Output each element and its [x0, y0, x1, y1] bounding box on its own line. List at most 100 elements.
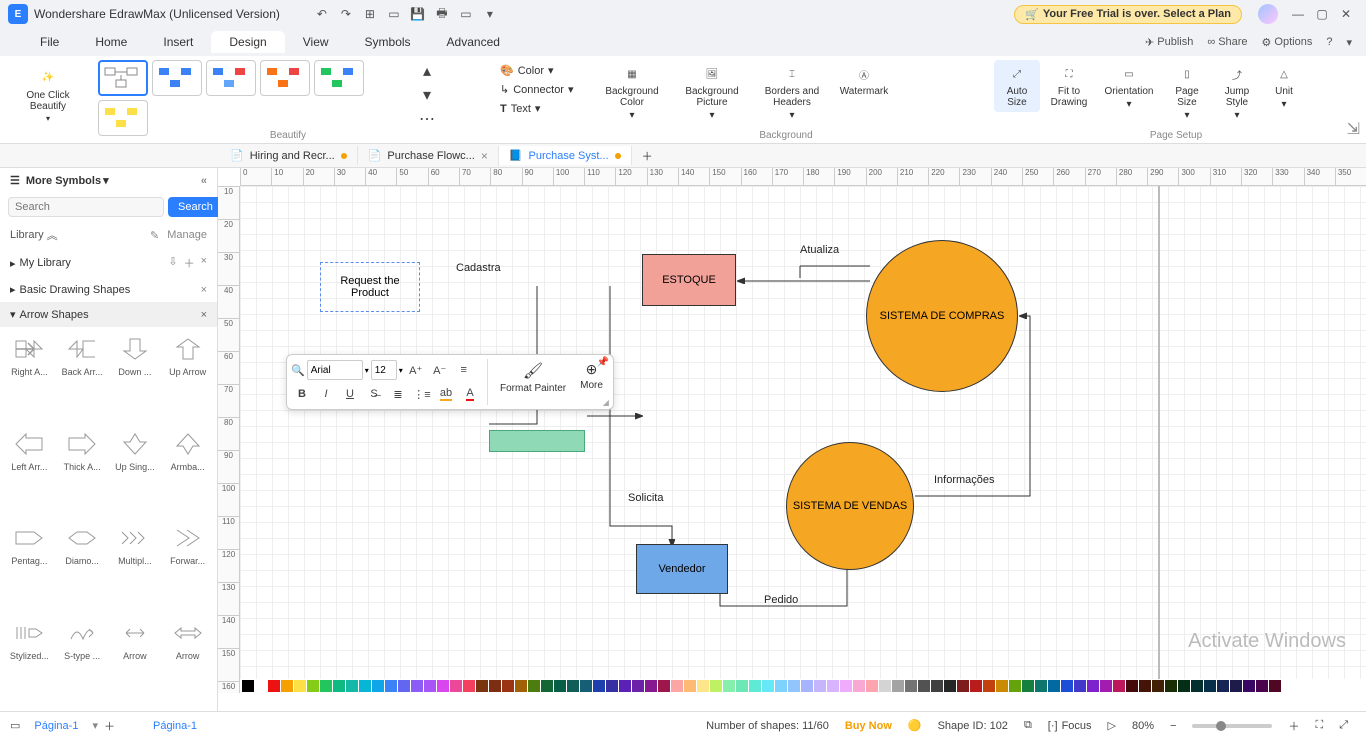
shape-item[interactable]: Armba... [162, 426, 213, 519]
gallery-down-button[interactable]: ▾ [416, 84, 438, 106]
presentation-button[interactable]: ▷ [1108, 719, 1116, 732]
library-label[interactable]: Library [10, 229, 44, 241]
color-swatch[interactable] [775, 680, 787, 692]
shape-item[interactable]: Diamo... [57, 520, 108, 613]
shape-item[interactable]: Up Arrow [162, 331, 213, 424]
color-swatch[interactable] [528, 680, 540, 692]
color-swatch[interactable] [437, 680, 449, 692]
minimize-button[interactable]: — [1286, 2, 1310, 26]
color-swatch[interactable] [866, 680, 878, 692]
remove-icon[interactable]: × [201, 284, 207, 296]
color-swatch[interactable] [489, 680, 501, 692]
highlight-button[interactable]: ab [435, 383, 457, 405]
strike-button[interactable]: S̶ [363, 383, 385, 405]
color-swatch[interactable] [814, 680, 826, 692]
color-swatch[interactable] [593, 680, 605, 692]
style-thumb-4[interactable] [260, 60, 310, 96]
color-swatch[interactable] [749, 680, 761, 692]
text-menu[interactable]: TText ▾ [496, 100, 576, 117]
color-swatch[interactable] [515, 680, 527, 692]
zoom-level[interactable]: 80% [1132, 720, 1154, 732]
color-swatch[interactable] [359, 680, 371, 692]
manage-link[interactable]: Manage [167, 229, 207, 242]
color-swatch[interactable] [1061, 680, 1073, 692]
color-swatch[interactable] [996, 680, 1008, 692]
style-thumb-1[interactable] [98, 60, 148, 96]
color-swatch[interactable] [320, 680, 332, 692]
orientation-button[interactable]: ▭Orientation▾ [1098, 60, 1160, 114]
arrow-shapes-header[interactable]: ▾Arrow Shapes × [0, 302, 217, 327]
italic-button[interactable]: I [315, 383, 337, 405]
undo-button[interactable]: ↶ [310, 2, 334, 26]
color-swatch[interactable] [294, 680, 306, 692]
shape-item[interactable]: Arrow [162, 615, 213, 708]
color-swatch[interactable] [450, 680, 462, 692]
search-input[interactable] [8, 197, 164, 217]
color-swatch[interactable] [1230, 680, 1242, 692]
shape-item[interactable]: Forwar... [162, 520, 213, 613]
fullscreen-button[interactable]: ⤢ [1339, 719, 1348, 732]
color-swatch[interactable] [645, 680, 657, 692]
color-swatch[interactable] [346, 680, 358, 692]
increase-font-button[interactable]: A⁺ [405, 359, 427, 381]
color-swatch[interactable] [476, 680, 488, 692]
menu-advanced[interactable]: Advanced [429, 31, 518, 53]
bold-button[interactable]: B [291, 383, 313, 405]
shape-item[interactable]: Thick A... [57, 426, 108, 519]
menu-insert[interactable]: Insert [145, 31, 211, 53]
zoom-out-button[interactable]: − [1170, 720, 1176, 732]
menu-more[interactable]: ▾ [1346, 36, 1352, 49]
buy-now-link[interactable]: Buy Now [845, 720, 892, 732]
color-swatch[interactable] [944, 680, 956, 692]
format-painter-button[interactable]: 🖌Format Painter [494, 359, 572, 405]
color-swatch[interactable] [1217, 680, 1229, 692]
add-icon[interactable]: ＋ [184, 255, 195, 271]
color-swatch[interactable] [255, 680, 267, 692]
unit-button[interactable]: △Unit▾ [1264, 60, 1304, 114]
color-swatch[interactable] [1139, 680, 1151, 692]
style-thumb-2[interactable] [152, 60, 202, 96]
shape-vendedor[interactable]: Vendedor [636, 544, 728, 594]
color-swatch[interactable] [697, 680, 709, 692]
shape-item[interactable]: Arrow [110, 615, 161, 708]
color-swatch[interactable] [554, 680, 566, 692]
options-button[interactable]: ⚙ Options [1262, 36, 1313, 49]
shape-estoque[interactable]: ESTOQUE [642, 254, 736, 306]
doc-tab-1[interactable]: 📄Hiring and Recr... [220, 146, 358, 165]
focus-button[interactable]: [·] Focus [1048, 720, 1092, 732]
shape-compras[interactable]: SISTEMA DE COMPRAS [866, 240, 1018, 392]
redo-button[interactable]: ↷ [334, 2, 358, 26]
canvas[interactable]: Request the Product Cadastra ESTOQUE Atu… [240, 186, 1366, 693]
shape-item[interactable]: Left Arr... [4, 426, 55, 519]
color-swatch[interactable] [1100, 680, 1112, 692]
doc-tab-3[interactable]: 📘Purchase Syst... [499, 146, 632, 165]
fit-page-button[interactable]: ⛶ [1315, 719, 1323, 732]
my-library-item[interactable]: ▸My Library ⇩＋× [0, 249, 217, 277]
font-input[interactable] [307, 360, 363, 380]
color-swatch[interactable] [892, 680, 904, 692]
align-button[interactable]: ≡ [453, 359, 475, 381]
share-button[interactable]: ∞ Share [1207, 36, 1247, 48]
bg-picture-button[interactable]: 🖼Background Picture▾ [674, 60, 750, 125]
menu-view[interactable]: View [285, 31, 347, 53]
zoom-slider[interactable] [1192, 724, 1272, 728]
maximize-button[interactable]: ▢ [1310, 2, 1334, 26]
menu-symbols[interactable]: Symbols [347, 31, 429, 53]
fit-drawing-button[interactable]: ⛶Fit to Drawing [1044, 60, 1094, 112]
color-swatch[interactable] [385, 680, 397, 692]
color-swatch[interactable] [918, 680, 930, 692]
import-icon[interactable]: ⇩ [168, 255, 177, 271]
zoom-in-button[interactable]: ＋ [1288, 718, 1299, 734]
bullet-list-button[interactable]: ⋮≡ [411, 383, 433, 405]
color-swatch[interactable] [879, 680, 891, 692]
shape-vendas[interactable]: SISTEMA DE VENDAS [786, 442, 914, 570]
color-swatch[interactable] [1152, 680, 1164, 692]
publish-button[interactable]: ✈ Publish [1145, 36, 1193, 49]
color-swatch[interactable] [1087, 680, 1099, 692]
color-swatch[interactable] [1009, 680, 1021, 692]
open-button[interactable]: ▭ [382, 2, 406, 26]
add-page-button[interactable]: ＋ [104, 718, 115, 734]
color-swatch[interactable] [606, 680, 618, 692]
page-tab-active[interactable]: Página-1 [145, 718, 205, 734]
shape-request[interactable]: Request the Product [320, 262, 420, 312]
